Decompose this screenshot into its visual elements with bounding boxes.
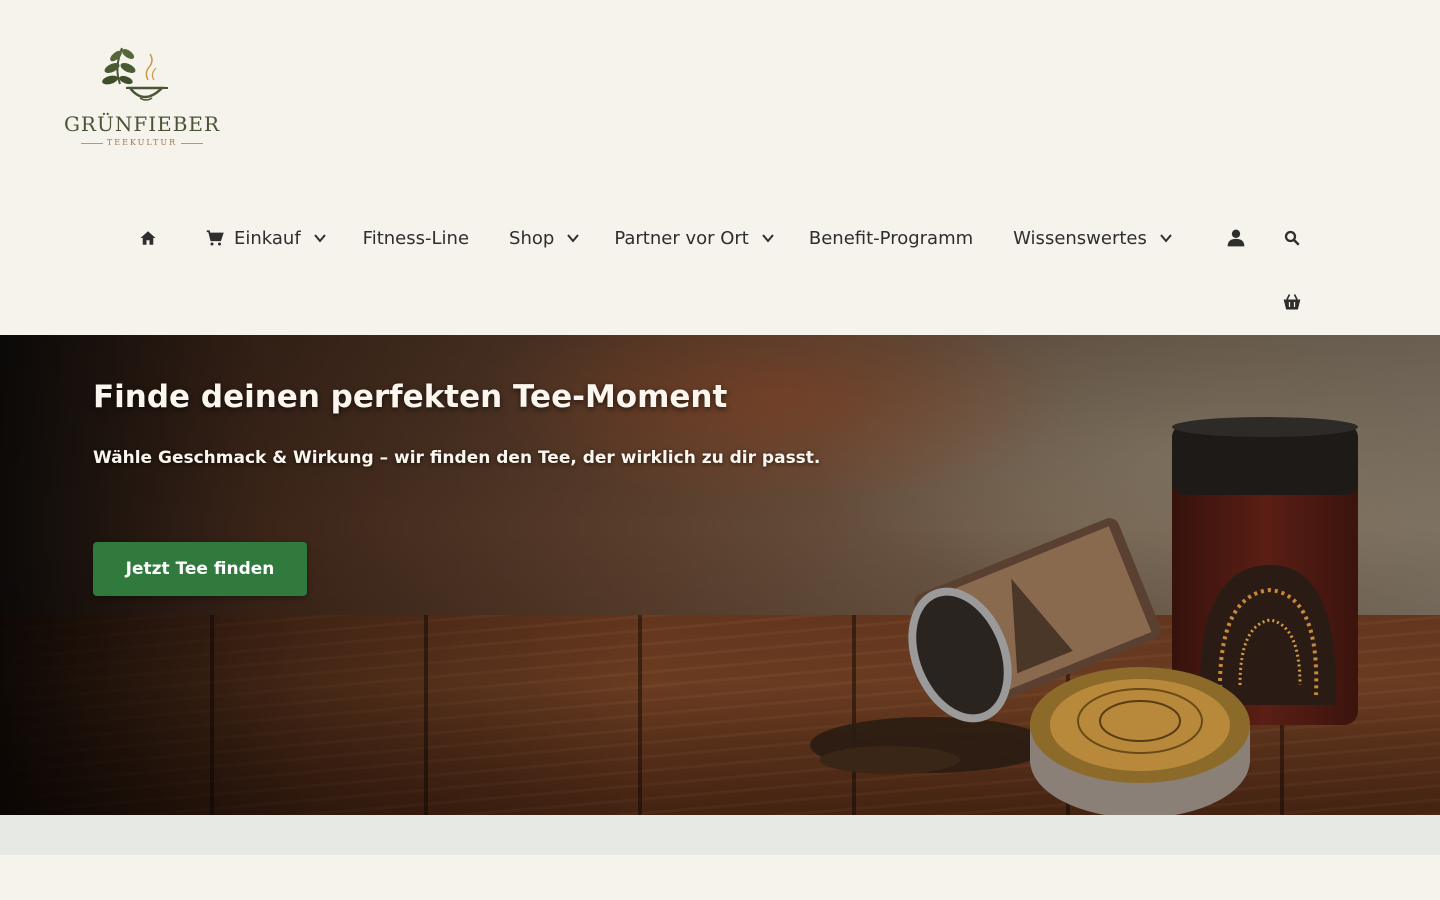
chevron-down-icon <box>313 234 326 243</box>
chevron-down-icon <box>567 234 580 243</box>
brand-tagline: TEEKULTUR <box>62 138 222 147</box>
next-section <box>0 855 1440 900</box>
nav-item-benefit-programm[interactable]: Benefit-Programm <box>809 216 973 260</box>
search-icon <box>1284 230 1300 246</box>
cart-icon <box>206 230 224 246</box>
nav-label-einkauf: Einkauf <box>234 227 301 249</box>
tea-caddies-image <box>810 417 1358 815</box>
site-header: GRÜNFIEBER TEEKULTUR Einkauf Fitness-Lin… <box>0 0 1440 335</box>
section-divider <box>0 815 1440 855</box>
basket-icon <box>1283 294 1301 310</box>
nav-item-fitness-line[interactable]: Fitness-Line <box>363 216 469 260</box>
brand-name: GRÜNFIEBER <box>63 112 221 136</box>
tea-cup-leaf-icon <box>102 47 168 101</box>
account-button[interactable] <box>1226 228 1246 248</box>
brand-logo[interactable]: GRÜNFIEBER TEEKULTUR <box>62 40 222 152</box>
nav-label-partner-vor-ort: Partner vor Ort <box>614 227 749 249</box>
chevron-down-icon <box>762 234 774 243</box>
nav-item-shop[interactable]: Shop <box>509 216 580 260</box>
hero-title: Finde deinen perfekten Tee-Moment <box>93 379 728 415</box>
nav-label-wissenswertes: Wissenswertes <box>1013 227 1147 249</box>
nav-label-shop: Shop <box>509 227 555 249</box>
nav-item-partner-vor-ort[interactable]: Partner vor Ort <box>614 216 775 260</box>
nav-item-wissenswertes[interactable]: Wissenswertes <box>1013 216 1173 260</box>
nav-item-einkauf[interactable]: Einkauf <box>206 216 327 260</box>
hero-banner: Finde deinen perfekten Tee-Moment Wähle … <box>0 335 1440 815</box>
main-nav: Einkauf Fitness-Line Shop Partner vor Or… <box>130 216 1173 260</box>
search-button[interactable] <box>1283 229 1303 249</box>
find-tea-button[interactable]: Jetzt Tee finden <box>93 542 307 596</box>
home-icon <box>140 231 156 245</box>
user-icon <box>1227 229 1245 247</box>
basket-button[interactable] <box>1282 292 1302 312</box>
chevron-down-icon <box>1160 234 1172 243</box>
nav-label-benefit-programm: Benefit-Programm <box>808 227 974 249</box>
hero-subtitle: Wähle Geschmack & Wirkung – wir finden d… <box>93 448 821 468</box>
nav-label-fitness-line: Fitness-Line <box>362 227 470 249</box>
nav-home[interactable] <box>130 216 166 260</box>
